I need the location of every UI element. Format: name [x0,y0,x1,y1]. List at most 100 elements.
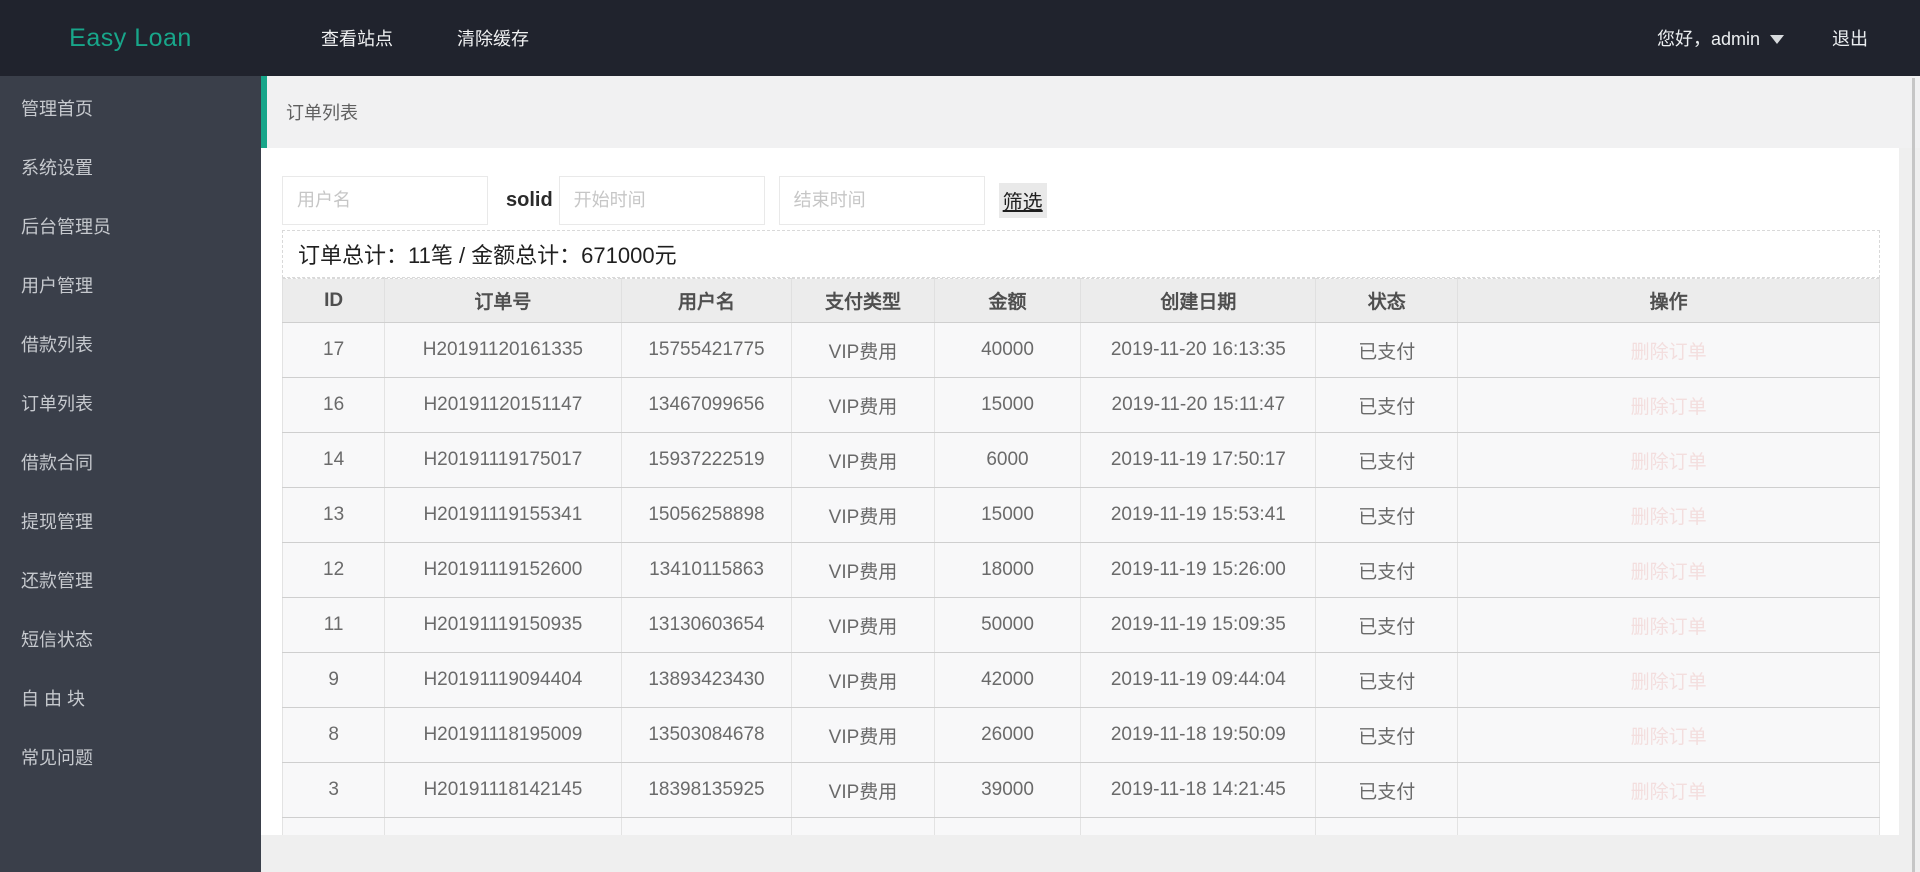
cell-id: 11 [281,597,386,653]
cell-username: 15755421775 [620,322,793,378]
cell-pay-type: VIP费用 [791,817,935,835]
cell-amount: 50000 [933,597,1082,653]
logout-link[interactable]: 退出 [1832,25,1868,51]
cell-username: 13410115863 [620,542,793,598]
sidebar-item[interactable]: 订单列表 [0,375,261,434]
sidebar-item[interactable]: 提现管理 [0,493,261,552]
cell-amount: 42000 [933,652,1082,708]
end-time-input[interactable] [778,176,985,225]
cell-username: 13893423430 [620,652,793,708]
nav-view-site[interactable]: 查看站点 [321,25,393,51]
sidebar-item[interactable]: 借款合同 [0,434,261,493]
delete-order-link[interactable]: 删除订单 [1631,672,1707,693]
vertical-scrollbar[interactable] [1912,78,1915,872]
cell-amount: 18000 [933,542,1082,598]
sidebar-item[interactable]: 还款管理 [0,552,261,611]
delete-order-link[interactable]: 删除订单 [1631,562,1707,583]
username-input[interactable] [282,176,488,225]
delete-order-link[interactable]: 删除订单 [1631,507,1707,528]
cell-created: 2019-11-19 15:53:41 [1080,487,1317,543]
column-header: 创建日期 [1080,278,1317,323]
table-row: 13 H20191119155341 15056258898 VIP费用 150… [281,487,1880,543]
column-header: 状态 [1315,278,1459,323]
cell-pay-type: VIP费用 [791,597,935,653]
cell-username: 15937222519 [620,432,793,488]
sidebar-item[interactable]: 系统设置 [0,139,261,198]
start-time-input[interactable] [558,176,765,225]
cell-pay-type: VIP费用 [791,322,935,378]
cell-actions: 删除订单 [1457,762,1880,818]
column-header: 支付类型 [791,278,935,323]
cell-created: 2019-11-18 13:39:36 [1080,817,1317,835]
cell-pay-type: VIP费用 [791,487,935,543]
cell-order-no: H20191119094404 [384,652,622,708]
cell-username: 18398135925 [620,762,793,818]
delete-order-link[interactable]: 删除订单 [1631,452,1707,473]
sidebar-item[interactable]: 后台管理员 [0,198,261,257]
filter-row: solid 筛选 [282,176,1880,225]
table-row: 17 H20191120161335 15755421775 VIP费用 400… [281,322,1880,378]
column-header: 订单号 [384,278,622,323]
sidebar-item[interactable]: 借款列表 [0,316,261,375]
cell-status: 已支付 [1315,652,1459,708]
cell-order-no: H20191119155341 [384,487,622,543]
cell-username: 15056258898 [620,487,793,543]
user-menu[interactable]: 您好，admin [1657,25,1784,51]
delete-order-link[interactable]: 删除订单 [1631,342,1707,363]
chevron-down-icon [1770,35,1784,44]
cell-actions: 删除订单 [1457,377,1880,433]
nav-clear-cache[interactable]: 清除缓存 [457,25,529,51]
cell-pay-type: VIP费用 [791,377,935,433]
sidebar-item[interactable]: 用户管理 [0,257,261,316]
accent-bar [261,76,267,148]
cell-actions: 删除订单 [1457,487,1880,543]
cell-actions: 删除订单 [1457,432,1880,488]
delete-order-link[interactable]: 删除订单 [1631,617,1707,638]
sidebar-item[interactable]: 短信状态 [0,611,261,670]
table-row: 12 H20191119152600 13410115863 VIP费用 180… [281,542,1880,598]
cell-amount: 6000 [933,432,1082,488]
cell-amount: 15000 [933,377,1082,433]
cell-username: 13503084678 [620,707,793,763]
cell-actions: 删除订单 [1457,542,1880,598]
cell-status: 已支付 [1315,597,1459,653]
cell-created: 2019-11-20 15:11:47 [1080,377,1317,433]
cell-id: 13 [281,487,386,543]
cell-username: 13467099656 [620,377,793,433]
cell-order-no: H20191118195009 [384,707,622,763]
cell-status: 已支付 [1315,542,1459,598]
delete-order-link[interactable]: 删除订单 [1631,727,1707,748]
delete-order-link[interactable]: 删除订单 [1631,397,1707,418]
table-row: 3 H20191118142145 18398135925 VIP费用 3900… [281,762,1880,818]
table-row: 16 H20191120151147 13467099656 VIP费用 150… [281,377,1880,433]
column-header: ID [281,278,386,323]
cell-order-no: H20191118133936 [384,817,622,835]
cell-id: 9 [281,652,386,708]
cell-pay-type: VIP费用 [791,652,935,708]
table-row: 14 H20191119175017 15937222519 VIP费用 600… [281,432,1880,488]
cell-order-no: H20191119150935 [384,597,622,653]
cell-status: 已支付 [1315,377,1459,433]
filter-submit-link[interactable]: 筛选 [998,183,1047,218]
cell-created: 2019-11-19 09:44:04 [1080,652,1317,708]
page-header: 订单列表 [261,76,1920,148]
sidebar-item[interactable]: 自 由 块 [0,670,261,729]
cell-actions: 删除订单 [1457,652,1880,708]
cell-created: 2019-11-18 19:50:09 [1080,707,1317,763]
order-summary: 订单总计：11笔 / 金额总计：671000元 [282,230,1880,278]
cell-pay-type: VIP费用 [791,432,935,488]
cell-order-no: H20191118142145 [384,762,622,818]
cell-id: 3 [281,762,386,818]
cell-id: 2 [281,817,386,835]
cell-id: 17 [281,322,386,378]
content-panel: solid 筛选 订单总计：11笔 / 金额总计：671000元 ID订单号用户… [261,148,1899,835]
delete-order-link[interactable]: 删除订单 [1631,782,1707,803]
cell-created: 2019-11-19 17:50:17 [1080,432,1317,488]
cell-created: 2019-11-18 14:21:45 [1080,762,1317,818]
cell-username: 12312312312 [620,817,793,835]
sidebar-item[interactable]: 管理首页 [0,80,261,139]
cell-pay-type: VIP费用 [791,762,935,818]
cell-amount: 15000 [933,487,1082,543]
sidebar-item[interactable]: 常见问题 [0,729,261,788]
column-header: 用户名 [620,278,793,323]
